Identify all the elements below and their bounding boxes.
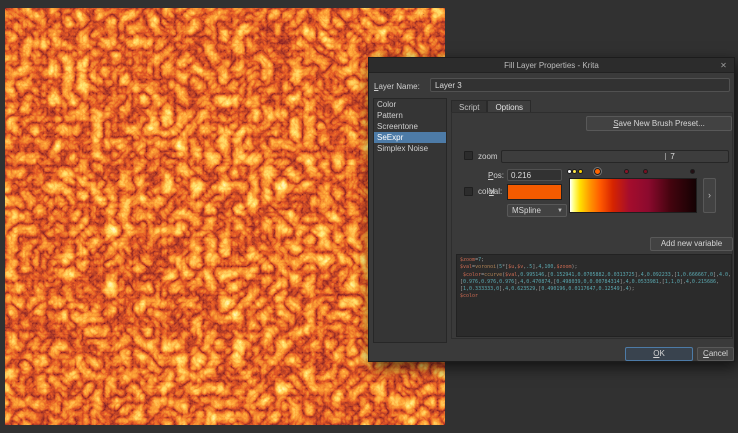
desktop: Fill Layer Properties - Krita ✕ Layer Na… — [0, 0, 738, 433]
generator-list: ColorPatternScreentoneSeExprSimplex Nois… — [373, 98, 447, 343]
fill-layer-properties-dialog: Fill Layer Properties - Krita ✕ Layer Na… — [368, 57, 735, 362]
layer-name-input[interactable] — [430, 78, 730, 92]
script-code-line: [0.976,0.976,0.976],4,0.470874,[0.498039… — [460, 279, 728, 286]
generator-item-color[interactable]: Color — [374, 99, 446, 110]
script-code-line: $color=ccurve($val,0.995146,[0.152941,0.… — [460, 272, 728, 279]
ok-button[interactable]: OK — [625, 347, 693, 361]
zoom-checkbox[interactable] — [464, 151, 473, 160]
dialog-titlebar[interactable]: Fill Layer Properties - Krita ✕ — [369, 58, 734, 73]
zoom-slider-marker — [665, 153, 666, 160]
val-label: Val: — [489, 187, 502, 196]
color-checkbox[interactable] — [464, 187, 473, 196]
script-code-line: $zoom=7; — [460, 257, 728, 264]
generator-item-seexpr[interactable]: SeExpr — [374, 132, 446, 143]
interpolation-value: MSpline — [508, 206, 557, 215]
script-code-line: [1,0.333333,0],4,0.623529,[0.490196,0.01… — [460, 286, 728, 293]
color-value-swatch[interactable] — [507, 184, 562, 200]
generator-item-simplex-noise[interactable]: Simplex Noise — [374, 143, 446, 154]
gradient-stop[interactable] — [690, 169, 695, 174]
dialog-title: Fill Layer Properties - Krita — [504, 61, 599, 70]
zoom-variable-label: zoom — [478, 152, 498, 161]
cancel-button[interactable]: Cancel — [697, 347, 734, 361]
gradient-preview[interactable] — [569, 178, 697, 213]
add-new-variable-button[interactable]: Add new variable — [650, 237, 733, 251]
close-icon[interactable]: ✕ — [718, 60, 729, 71]
gradient-stop[interactable] — [624, 169, 629, 174]
zoom-slider-value: 7 — [670, 151, 674, 163]
gradient-stop[interactable] — [578, 169, 583, 174]
zoom-slider[interactable]: 7 — [501, 150, 729, 163]
script-code-line: $color — [460, 293, 728, 300]
chevron-down-icon: ▼ — [557, 208, 566, 214]
gradient-stop[interactable] — [594, 168, 601, 175]
save-new-brush-preset-button[interactable]: Save New Brush Preset... — [586, 116, 732, 131]
gradient-stop[interactable] — [643, 169, 648, 174]
interpolation-select[interactable]: MSpline ▼ — [507, 204, 567, 217]
generator-item-screentone[interactable]: Screentone — [374, 121, 446, 132]
pos-input[interactable] — [507, 169, 562, 181]
pos-label: Pos: — [488, 171, 504, 180]
gradient-stop[interactable] — [572, 169, 577, 174]
gradient-stops-bar[interactable] — [569, 168, 697, 177]
generator-item-pattern[interactable]: Pattern — [374, 110, 446, 121]
script-code-line: $val=voronoi(5*[$u,$v,.5],4,100,$zoom); — [460, 264, 728, 271]
gradient-next-button[interactable]: › — [703, 178, 716, 213]
script-code[interactable]: $zoom=7;$val=voronoi(5*[$u,$v,.5],4,100,… — [456, 254, 732, 337]
layer-name-label: Layer Name: — [374, 82, 420, 91]
